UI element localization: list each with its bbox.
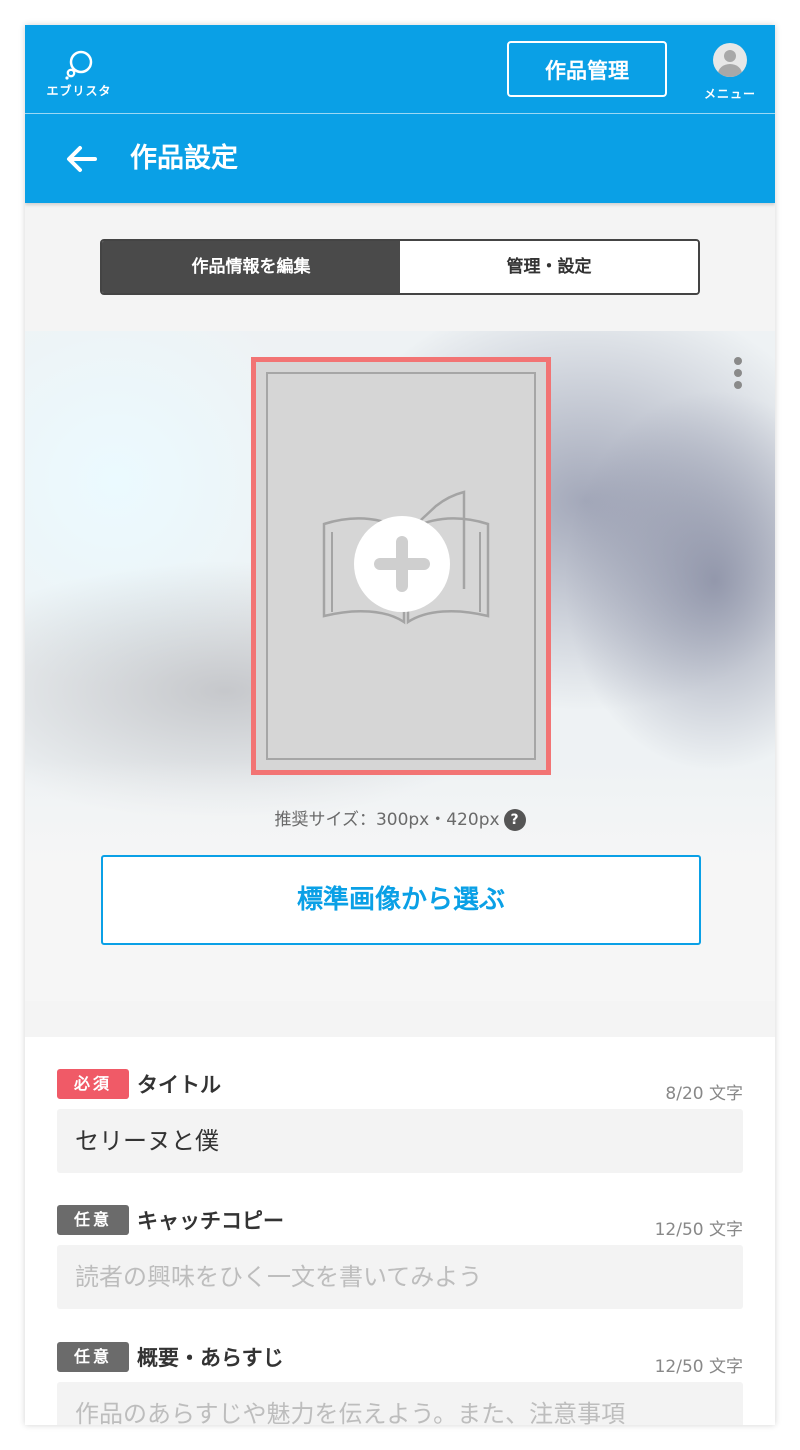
cover-area: 推奨サイズ：300px・420px? 標準画像から選ぶ bbox=[25, 331, 775, 1001]
field-label-summary: 概要・あらすじ bbox=[137, 1346, 284, 1370]
page-title: 作品設定 bbox=[130, 143, 238, 174]
cover-image-picker[interactable] bbox=[251, 357, 551, 775]
title-input[interactable]: セリーヌと僕 bbox=[57, 1109, 743, 1173]
work-info-form: 必須 タイトル 8/20 文字 セリーヌと僕 任意 キャッチコピー 12/50 文字… bbox=[25, 1037, 775, 1425]
app-frame: エブリスタ 作品管理 メニュー 作品設定 作品情報を編集 管理・設定 推奨サイズ… bbox=[25, 25, 775, 1425]
tab-edit-info[interactable]: 作品情報を編集 bbox=[102, 241, 400, 293]
title-field: 必須 タイトル 8/20 文字 セリーヌと僕 bbox=[57, 1069, 743, 1173]
manage-works-button[interactable]: 作品管理 bbox=[507, 41, 667, 97]
back-arrow-icon[interactable] bbox=[65, 144, 97, 174]
menu-button[interactable]: メニュー bbox=[695, 43, 765, 103]
char-count: 12/50 文字 bbox=[654, 1220, 743, 1240]
segment-tabs: 作品情報を編集 管理・設定 bbox=[100, 239, 700, 295]
help-icon[interactable]: ? bbox=[503, 809, 526, 831]
char-count: 8/20 文字 bbox=[665, 1084, 743, 1104]
char-count: 12/50 文字 bbox=[654, 1357, 743, 1377]
field-label-catchcopy: キャッチコピー bbox=[137, 1209, 284, 1233]
avatar-icon bbox=[713, 43, 747, 77]
top-bar: エブリスタ 作品管理 メニュー bbox=[25, 25, 775, 114]
size-note-text: 推奨サイズ：300px・420px bbox=[274, 810, 500, 830]
size-note: 推奨サイズ：300px・420px? bbox=[25, 805, 775, 831]
speech-bubble-icon bbox=[65, 50, 93, 80]
optional-badge: 任意 bbox=[57, 1205, 129, 1235]
cover-placeholder bbox=[266, 372, 536, 760]
summary-field: 任意 概要・あらすじ 12/50 文字 作品のあらすじや魅力を伝えよう。また、注意… bbox=[57, 1342, 743, 1425]
catchcopy-input[interactable]: 読者の興味をひく一文を書いてみよう bbox=[57, 1245, 743, 1309]
logo-text: エブリスタ bbox=[46, 84, 112, 98]
choose-standard-image-button[interactable]: 標準画像から選ぶ bbox=[101, 855, 701, 945]
menu-label: メニュー bbox=[703, 87, 756, 101]
optional-badge: 任意 bbox=[57, 1342, 129, 1372]
title-bar: 作品設定 bbox=[25, 114, 775, 203]
field-label-title: タイトル bbox=[137, 1073, 221, 1097]
catchcopy-field: 任意 キャッチコピー 12/50 文字 読者の興味をひく一文を書いてみよう bbox=[57, 1205, 743, 1309]
more-vertical-icon[interactable] bbox=[733, 357, 743, 397]
logo[interactable]: エブリスタ bbox=[39, 50, 119, 102]
required-badge: 必須 bbox=[57, 1069, 129, 1099]
add-image-icon bbox=[354, 516, 450, 612]
summary-textarea[interactable]: 作品のあらすじや魅力を伝えよう。また、注意事項 bbox=[57, 1382, 743, 1425]
tab-manage-settings[interactable]: 管理・設定 bbox=[400, 241, 698, 293]
